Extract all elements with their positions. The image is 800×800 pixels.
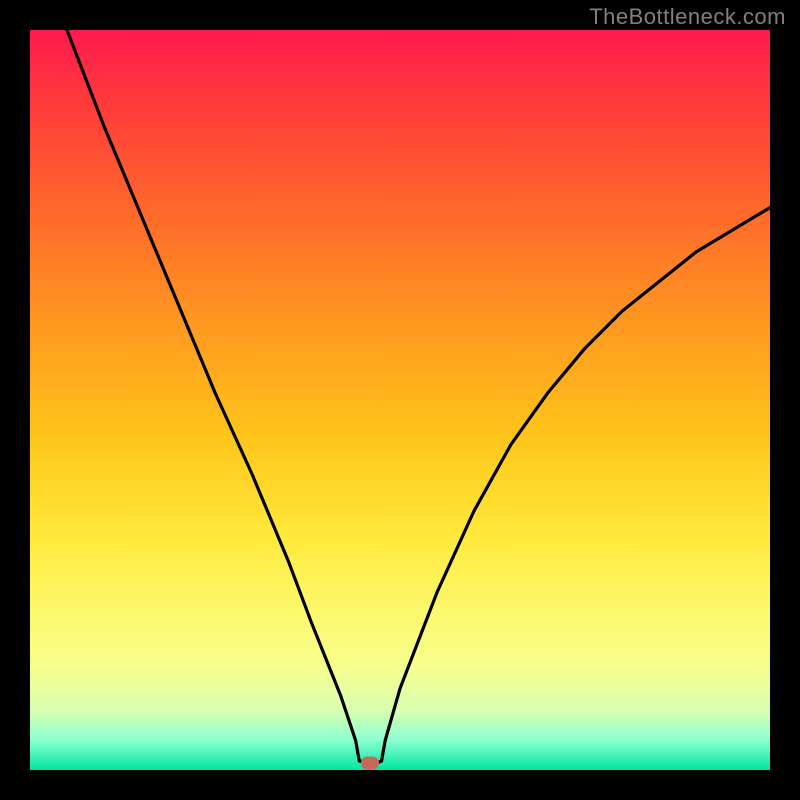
optimal-point-marker xyxy=(361,756,379,769)
watermark-text: TheBottleneck.com xyxy=(589,4,786,30)
chart-frame: TheBottleneck.com xyxy=(0,0,800,800)
chart-plot-area xyxy=(30,30,770,770)
bottleneck-curve xyxy=(30,30,770,770)
